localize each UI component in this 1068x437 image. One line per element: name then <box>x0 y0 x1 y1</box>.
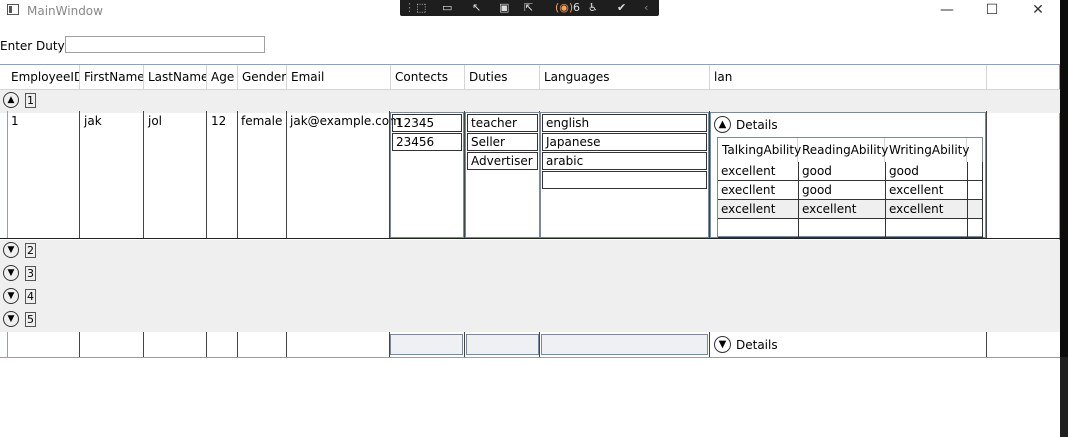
column-header-duties[interactable]: Duties <box>465 65 540 90</box>
adorner-icon[interactable]: ▣ <box>499 1 509 14</box>
column-header-gender[interactable]: Gender <box>238 65 287 90</box>
sub-cell <box>968 219 983 238</box>
expand-icon[interactable]: ▼ <box>3 265 19 281</box>
binding-failures-count: 6 <box>573 1 580 14</box>
window-edge-lower <box>1060 357 1068 437</box>
list-item[interactable]: Advertiser <box>467 152 538 170</box>
table-row[interactable]: 1 jak jol 12 female jak@example.com 1234… <box>0 111 1060 239</box>
sub-cell <box>968 181 983 200</box>
collapse-chevron-icon[interactable]: ‹ <box>644 1 648 14</box>
track-focus-icon[interactable]: ⇱ <box>524 1 533 14</box>
column-header-employeeid[interactable]: EmployeeID <box>7 65 80 90</box>
sub-cell[interactable]: execllent <box>718 181 799 200</box>
details-label[interactable]: Details <box>736 338 778 352</box>
grip-icon: ⋮ <box>404 1 415 14</box>
duties-list[interactable]: teacher Seller Advertiser <box>465 112 540 238</box>
pointer-icon[interactable]: ↖ <box>472 1 481 14</box>
group-header-3[interactable]: ▼ 3 <box>0 263 1060 286</box>
list-item[interactable]: 12345 <box>392 114 462 132</box>
cell-firstname[interactable]: jak <box>84 114 102 128</box>
expand-icon[interactable]: ▼ <box>3 311 19 327</box>
column-header-lan[interactable]: lan <box>710 65 987 90</box>
sub-column-header-writing[interactable]: WritingAbility <box>885 138 970 162</box>
sub-cell[interactable]: excellent <box>886 181 968 200</box>
row-header-line <box>7 111 8 238</box>
cell-gender[interactable]: female <box>241 114 282 128</box>
column-header-contects[interactable]: Contects <box>391 65 465 90</box>
column-header-lastname[interactable]: LastName <box>144 65 207 90</box>
languages-list[interactable] <box>541 334 708 355</box>
close-button[interactable]: ✕ <box>1031 3 1045 17</box>
sub-cell <box>968 162 983 181</box>
sub-cell[interactable]: excellent <box>718 200 799 219</box>
column-header-languages[interactable]: Languages <box>540 65 710 90</box>
list-item[interactable]: Seller <box>467 133 538 151</box>
select-element-icon[interactable]: ⬚ <box>416 1 426 14</box>
expand-icon[interactable]: ▼ <box>3 242 19 258</box>
details-expander: ▲ Details TalkingAbility ReadingAbility … <box>710 112 986 238</box>
sub-cell[interactable]: good <box>886 162 968 181</box>
sub-cell[interactable]: excellent <box>886 200 968 219</box>
duties-list[interactable] <box>466 334 539 355</box>
expand-icon[interactable]: ▼ <box>3 288 19 304</box>
binding-failures-icon[interactable]: (◉) <box>555 1 573 14</box>
details-label[interactable]: Details <box>736 118 778 132</box>
minimize-button[interactable]: — <box>940 3 954 17</box>
group-number: 2 <box>25 243 36 258</box>
list-item[interactable]: teacher <box>467 114 538 132</box>
sub-cell[interactable]: excellent <box>799 200 886 219</box>
list-item[interactable]: english <box>542 114 707 132</box>
sub-column-header-talking[interactable]: TalkingAbility <box>718 138 801 162</box>
expander-collapse-icon[interactable]: ▲ <box>714 116 731 133</box>
new-item-row[interactable]: ▼ Details <box>0 332 1060 357</box>
video-icon[interactable]: ▭ <box>442 1 452 14</box>
list-item[interactable] <box>542 171 707 189</box>
group-number: 5 <box>25 312 36 327</box>
cell-lastname[interactable]: jol <box>148 114 162 128</box>
group-header-2[interactable]: ▼ 2 <box>0 240 1060 263</box>
group-number: 4 <box>25 289 36 304</box>
languages-list[interactable]: english Japanese arabic <box>540 112 709 238</box>
sub-cell[interactable]: good <box>799 181 886 200</box>
sub-cell[interactable] <box>718 219 799 238</box>
employee-datagrid: EmployeeID FirstName LastName Age Gender… <box>0 64 1060 358</box>
contacts-list[interactable] <box>390 334 463 355</box>
group-header-1[interactable]: ▲ 1 <box>0 90 1060 113</box>
column-header-firstname[interactable]: FirstName <box>80 65 144 90</box>
list-item[interactable]: Japanese <box>542 133 707 151</box>
cell-age[interactable]: 12 <box>211 114 226 128</box>
sub-cell[interactable] <box>886 219 968 238</box>
maximize-button[interactable]: ☐ <box>985 3 999 17</box>
sub-cell <box>968 200 983 219</box>
sub-column-header-reading[interactable]: ReadingAbility <box>798 138 888 162</box>
expander-expand-icon[interactable]: ▼ <box>714 336 731 353</box>
accessibility-icon[interactable]: ♿ <box>588 1 598 14</box>
group-number: 1 <box>25 93 36 108</box>
group-number: 3 <box>25 266 36 281</box>
sub-cell[interactable]: excellent <box>718 162 799 181</box>
app-icon <box>7 4 19 15</box>
list-item[interactable]: 23456 <box>392 133 462 151</box>
duty-input[interactable] <box>65 36 265 53</box>
cell-employeeid[interactable]: 1 <box>11 114 19 128</box>
column-header-age[interactable]: Age <box>207 65 238 90</box>
check-icon[interactable]: ✔ <box>617 1 626 14</box>
sub-cell[interactable]: good <box>799 162 886 181</box>
enter-duty-label: Enter Duty <box>0 39 65 53</box>
group-header-5[interactable]: ▼ 5 <box>0 309 1060 332</box>
collapse-icon[interactable]: ▲ <box>3 92 19 108</box>
cell-email[interactable]: jak@example.com <box>290 114 401 128</box>
window-title: MainWindow <box>27 4 103 18</box>
debug-toolbar: ⋮ ⬚ ▭ ↖ ▣ ⇱ (◉) 6 ♿ ✔ ‹ <box>400 0 659 16</box>
sub-cell[interactable] <box>799 219 886 238</box>
list-item[interactable]: arabic <box>542 152 707 170</box>
abilities-datagrid: TalkingAbility ReadingAbility WritingAbi… <box>717 137 983 238</box>
contacts-list[interactable]: 12345 23456 <box>390 112 464 238</box>
group-header-4[interactable]: ▼ 4 <box>0 286 1060 309</box>
column-header-email[interactable]: Email <box>287 65 391 90</box>
